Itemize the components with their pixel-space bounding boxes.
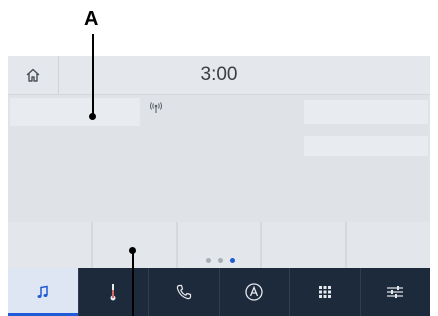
page-dot[interactable] [218, 258, 223, 263]
page-dot-active[interactable] [230, 258, 235, 263]
thermometer-icon [110, 284, 116, 301]
content-panel [304, 100, 428, 124]
callout-dot-a [89, 113, 96, 120]
content-panel [304, 136, 428, 156]
phone-icon [176, 284, 191, 300]
page-indicator [206, 258, 235, 263]
content-panel [10, 98, 140, 126]
callout-label-a: A [84, 8, 99, 30]
nav-item-phone[interactable] [149, 268, 220, 316]
tile[interactable] [347, 222, 430, 268]
tile[interactable] [92, 222, 176, 268]
home-button[interactable] [8, 56, 59, 94]
tile[interactable] [8, 222, 91, 268]
tile[interactable] [262, 222, 346, 268]
navigation-a-icon [245, 283, 263, 301]
clock: 3:00 [200, 64, 238, 85]
touchscreen: 3:00 [8, 56, 430, 316]
home-icon [26, 68, 40, 82]
callout-line-a [92, 34, 94, 116]
nav-item-settings[interactable] [361, 268, 431, 316]
callout-line [132, 252, 134, 316]
music-note-icon [37, 285, 48, 298]
page-dot[interactable] [206, 258, 211, 263]
nav-item-audio[interactable] [8, 268, 79, 316]
nav-item-climate[interactable] [79, 268, 149, 316]
nav-bar [8, 268, 430, 316]
nav-item-apps[interactable] [290, 268, 361, 316]
sliders-icon [387, 286, 404, 298]
apps-grid-icon [318, 286, 331, 298]
status-bar: 3:00 [8, 56, 430, 95]
radio-signal-icon [150, 102, 162, 113]
nav-item-navigation[interactable] [220, 268, 290, 316]
